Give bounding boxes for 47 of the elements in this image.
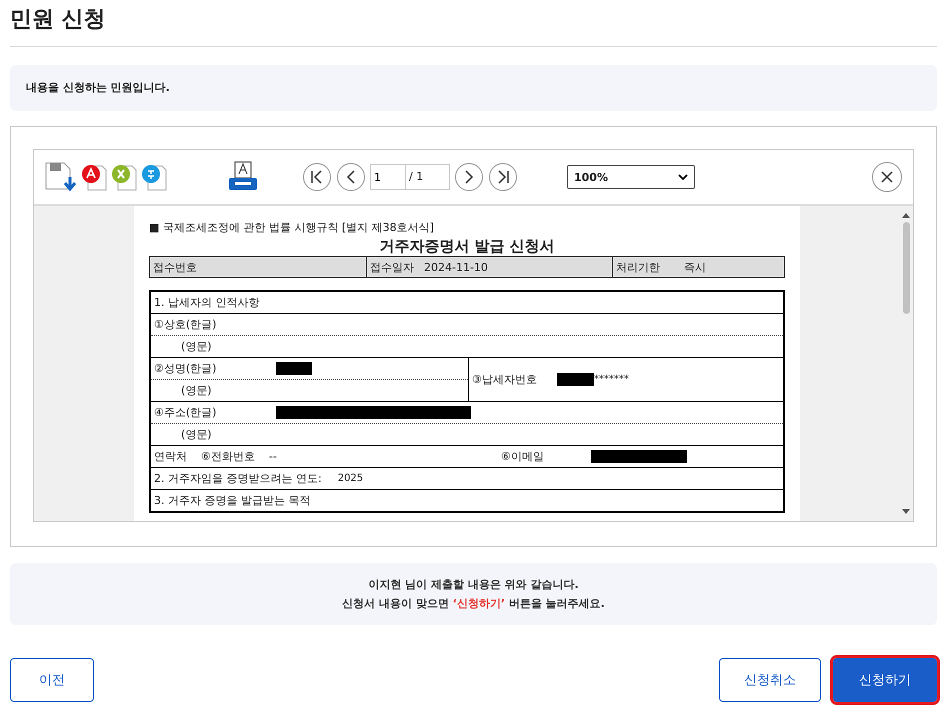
masked-number: ******* [594, 374, 629, 385]
save-icon[interactable] [44, 161, 78, 193]
field-value: 2025 [338, 473, 364, 484]
page-title: 민원 신청 [10, 0, 937, 47]
field-label: ⑥이메일 [501, 449, 545, 464]
redacted-block [276, 362, 312, 375]
receipt-label: 접수일자 [370, 260, 414, 274]
chevron-down-icon [678, 174, 688, 180]
close-icon[interactable] [871, 161, 903, 193]
field-label: ③납세자번호 [472, 372, 537, 387]
last-page-icon[interactable] [488, 162, 518, 192]
field-label: (영문) [180, 383, 212, 398]
field-label: 연락처 [154, 449, 187, 464]
field-label: (영문) [180, 427, 212, 442]
confirmation-text: 이지현 님이 제출할 내용은 위와 같습니다. [367, 577, 580, 593]
cancel-button[interactable]: 신청취소 [719, 658, 821, 702]
instruction-text: 신청서 내용이 맞으면 ‘신청하기’ 버튼을 눌러주세요. [341, 596, 606, 612]
receipt-value: 즉시 [684, 260, 706, 274]
page-total: / 1 [406, 164, 450, 190]
previous-page-icon[interactable] [336, 162, 366, 192]
section-heading: 2. 거주자임을 증명받으려는 연도: [154, 471, 322, 486]
document-title: 거주자증명서 발급 신청서 [378, 236, 556, 256]
first-page-icon[interactable] [302, 162, 332, 192]
previous-button[interactable]: 이전 [10, 658, 94, 702]
field-label: (영문) [180, 339, 212, 354]
field-label: ①상호(한글) [154, 317, 216, 332]
form-reference: ■ 국제조세조정에 관한 법률 시행규칙 [별지 제38호서식] [149, 220, 435, 236]
receipt-label: 처리기한 [616, 260, 660, 274]
field-label: ⑥전화번호 [201, 449, 255, 464]
info-banner: 내용을 신청하는 민원입니다. [10, 65, 937, 111]
field-label: ④주소(한글) [154, 405, 218, 420]
pdf-icon[interactable] [80, 162, 108, 192]
page-number-field[interactable]: 1 [370, 164, 406, 190]
scroll-down-icon[interactable] [902, 509, 910, 515]
submit-button[interactable]: 신청하기 [833, 658, 937, 702]
section-heading: 1. 납세자의 인적사항 [154, 295, 260, 310]
hwp-icon[interactable] [140, 162, 168, 192]
redacted-block [556, 373, 594, 386]
scroll-thumb[interactable] [902, 222, 910, 314]
receipt-label: 접수번호 [153, 260, 197, 274]
next-page-icon[interactable] [454, 162, 484, 192]
field-label: ②성명(한글) [154, 361, 218, 376]
scroll-up-icon[interactable] [902, 212, 910, 218]
zoom-dropdown[interactable]: 100% [567, 165, 695, 189]
field-value: -- [268, 450, 277, 463]
section-heading: 3. 거주자 증명을 발급받는 목적 [154, 493, 310, 508]
receipt-value: 2024-11-10 [424, 260, 488, 274]
